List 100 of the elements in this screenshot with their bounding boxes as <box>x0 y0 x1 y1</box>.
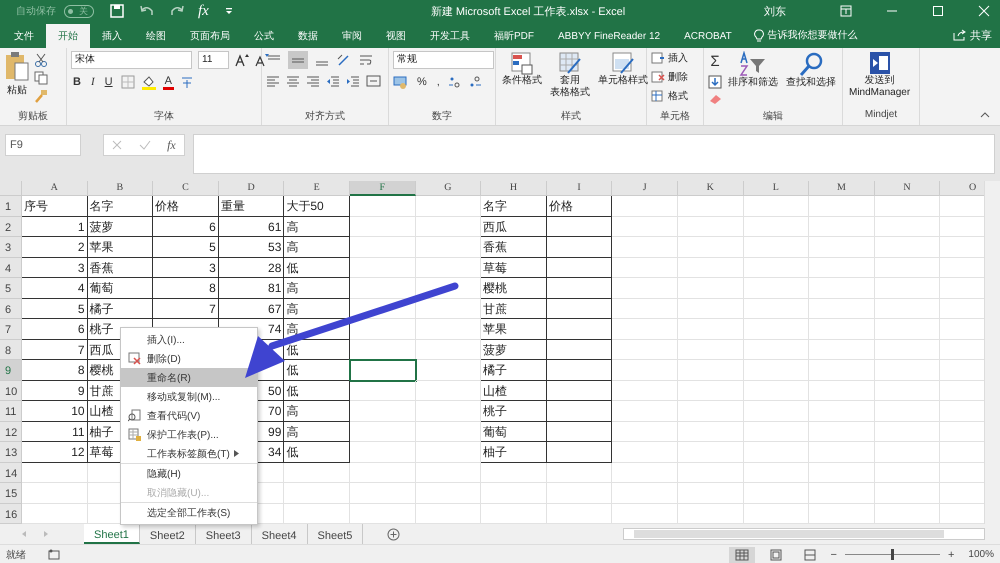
row-header[interactable]: 6 <box>0 298 22 319</box>
formula-input[interactable] <box>193 134 995 174</box>
ribbon-tab[interactable]: 视图 <box>374 24 418 48</box>
ribbon-tab[interactable]: 数据 <box>286 24 330 48</box>
menu-item[interactable]: 隐藏(H) <box>121 463 257 483</box>
column-header[interactable]: C <box>153 181 219 196</box>
column-header[interactable]: E <box>284 181 350 196</box>
undo-icon[interactable] <box>140 5 154 17</box>
menu-item[interactable]: 选定全部工作表(S) <box>121 502 257 522</box>
font-name-field[interactable]: 宋体 <box>71 51 192 69</box>
ribbon-tab[interactable]: 插入 <box>90 24 134 48</box>
send-to-mindmanager-button[interactable]: 发送到 MindManager <box>847 51 912 99</box>
middle-align-icon[interactable] <box>288 51 308 69</box>
insert-cells-button[interactable]: 插入 <box>651 51 688 65</box>
column-header[interactable]: K <box>678 181 744 196</box>
column-header[interactable]: F <box>350 181 416 196</box>
currency-icon[interactable] <box>393 75 409 89</box>
zoom-in-button[interactable]: + <box>948 548 954 560</box>
row-header[interactable]: 5 <box>0 278 22 298</box>
ribbon-tab[interactable]: 福昕PDF <box>482 24 546 48</box>
row-header[interactable]: 11 <box>0 401 22 422</box>
ribbon-tab[interactable]: ACROBAT <box>672 24 744 48</box>
percent-button[interactable]: % <box>415 74 429 90</box>
row-header[interactable]: 16 <box>0 504 22 524</box>
row-header[interactable]: 9 <box>0 360 22 380</box>
italic-button[interactable]: I <box>88 74 97 90</box>
share-icon[interactable] <box>953 29 966 41</box>
increase-indent-icon[interactable] <box>346 74 360 88</box>
ribbon-tab[interactable]: 开始 <box>46 24 90 48</box>
row-header[interactable]: 7 <box>0 319 22 340</box>
sort-filter-button[interactable]: 排序和筛选 <box>726 51 780 89</box>
ribbon-display-icon[interactable] <box>840 5 852 17</box>
conditional-format-button[interactable]: 条件格式 <box>500 51 544 87</box>
bold-button[interactable]: B <box>71 74 83 90</box>
underline-button[interactable]: U <box>102 74 115 90</box>
row-header[interactable]: 10 <box>0 380 22 401</box>
column-header[interactable]: H <box>481 181 547 196</box>
fill-color-icon[interactable] <box>140 74 157 90</box>
sheet-tab[interactable]: Sheet1 <box>84 524 140 544</box>
comma-button[interactable]: , <box>434 74 442 90</box>
number-format-field[interactable]: 常规 <box>393 51 494 69</box>
column-header[interactable]: I <box>546 181 612 196</box>
align-left-icon[interactable] <box>266 74 280 88</box>
column-header[interactable]: N <box>874 181 940 196</box>
user-name[interactable]: 刘东 <box>764 4 786 18</box>
tell-me-search[interactable]: 告诉我你想要做什么 <box>768 28 858 42</box>
font-size-field[interactable]: 11 <box>198 51 229 69</box>
check-icon[interactable] <box>138 140 151 150</box>
merge-center-icon[interactable] <box>366 74 382 88</box>
borders-icon[interactable] <box>120 75 135 89</box>
paste-button[interactable]: 粘贴 <box>4 51 30 97</box>
column-header[interactable]: D <box>218 181 284 196</box>
row-header[interactable]: 2 <box>0 216 22 237</box>
format-cells-button[interactable]: 格式 <box>651 89 688 103</box>
redo-icon[interactable] <box>170 5 184 17</box>
decrease-decimal-icon[interactable] <box>468 75 482 89</box>
column-header[interactable]: J <box>612 181 678 196</box>
row-header[interactable]: 12 <box>0 422 22 442</box>
format-as-table-button[interactable]: 套用 表格格式 <box>548 51 592 99</box>
customize-caret-icon[interactable] <box>224 7 233 15</box>
zoom-level[interactable]: 100% <box>968 549 994 560</box>
copy-icon[interactable] <box>34 71 48 85</box>
row-header[interactable]: 4 <box>0 258 22 278</box>
scissors-icon[interactable] <box>34 53 48 67</box>
ribbon-tab[interactable]: 文件 <box>2 24 46 48</box>
align-right-icon[interactable] <box>306 74 320 88</box>
row-header[interactable]: 3 <box>0 237 22 258</box>
save-icon[interactable] <box>110 4 124 18</box>
share-button[interactable]: 共享 <box>970 28 992 42</box>
column-header[interactable]: B <box>88 181 154 196</box>
zoom-slider-thumb[interactable] <box>891 549 894 560</box>
column-header[interactable]: A <box>22 181 88 196</box>
row-header[interactable]: 14 <box>0 462 22 483</box>
name-box[interactable]: F9 <box>5 134 81 156</box>
insert-function-button[interactable]: fx <box>198 2 209 20</box>
column-header[interactable]: M <box>809 181 875 196</box>
phonetic-icon[interactable] <box>180 75 194 89</box>
decrease-indent-icon[interactable] <box>326 74 340 88</box>
align-center-icon[interactable] <box>286 74 300 88</box>
zoom-out-button[interactable]: − <box>830 548 837 560</box>
font-color-button[interactable]: A <box>162 74 174 90</box>
ribbon-tab[interactable]: 绘图 <box>134 24 178 48</box>
menu-item[interactable]: 重命名(R) <box>121 368 257 387</box>
column-header[interactable]: L <box>744 181 810 196</box>
wrap-text-icon[interactable] <box>358 53 374 67</box>
maximize-icon[interactable] <box>932 5 944 17</box>
ribbon-tab[interactable]: 页面布局 <box>178 24 242 48</box>
row-header[interactable]: 1 <box>0 196 22 216</box>
row-header[interactable]: 8 <box>0 340 22 360</box>
delete-cells-button[interactable]: 删除 <box>651 70 688 84</box>
ribbon-tab[interactable]: 审阅 <box>330 24 374 48</box>
normal-view-icon[interactable] <box>728 546 755 562</box>
increase-decimal-icon[interactable] <box>448 75 462 89</box>
horizontal-scrollbar[interactable] <box>623 528 985 540</box>
cell-styles-button[interactable]: 单元格样式 <box>596 51 650 87</box>
ribbon-tab[interactable]: 开发工具 <box>418 24 482 48</box>
vertical-scrollbar[interactable] <box>984 181 1000 524</box>
column-header[interactable]: O <box>940 181 984 196</box>
column-header[interactable]: G <box>416 181 482 196</box>
macro-record-icon[interactable] <box>48 549 60 560</box>
